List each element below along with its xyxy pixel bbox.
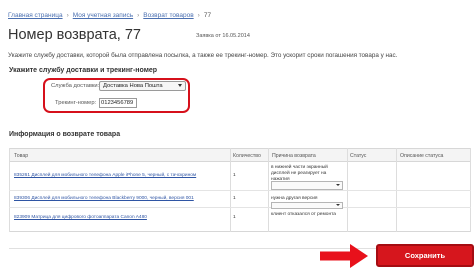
row-divider bbox=[9, 207, 471, 208]
instruction-text: Укажите службу доставки, которой была от… bbox=[8, 52, 398, 59]
request-date: Заявка от 16.05.2014 bbox=[196, 33, 250, 39]
product-link[interactable]: 839306 Дисплей для мобильного телефона B… bbox=[14, 196, 194, 201]
return-reason-select[interactable] bbox=[271, 202, 343, 209]
column-header-status-description: Описание статуса bbox=[400, 153, 444, 159]
red-right-arrow-icon bbox=[320, 244, 368, 268]
row-divider bbox=[9, 190, 471, 191]
product-link[interactable]: 835261 Дисплей для мобильного телефона A… bbox=[14, 173, 196, 178]
column-header-product: Товар bbox=[14, 153, 29, 159]
tracking-number-input[interactable]: 0123456789 bbox=[99, 98, 137, 108]
delivery-section-title: Укажите службу доставки и трекинг-номер bbox=[9, 67, 158, 74]
tracking-number-label: Трекинг-номер: bbox=[55, 100, 97, 106]
column-header-reason: Причина возврата bbox=[272, 153, 316, 159]
breadcrumb-separator: › bbox=[66, 12, 69, 19]
delivery-service-label: Служба доставки: bbox=[51, 83, 100, 89]
column-header-status: Статус bbox=[350, 153, 367, 159]
chevron-down-icon bbox=[336, 184, 340, 186]
returns-section-title: Информация о возврате товара bbox=[9, 131, 121, 138]
breadcrumb-home-link[interactable]: Главная страница bbox=[8, 12, 63, 19]
save-button[interactable]: Сохранить bbox=[376, 244, 474, 267]
quantity-value: 1 bbox=[233, 173, 236, 178]
breadcrumb-current: 77 bbox=[203, 12, 212, 19]
breadcrumb-returns-link[interactable]: Возврат товаров bbox=[143, 12, 193, 19]
breadcrumb: Главная страница › Моя учетная запись › Возв… bbox=[8, 10, 211, 22]
return-reason-text: нужна другая версия bbox=[271, 196, 318, 201]
return-reason-text: в нижней части экранный дисплей не реаги… bbox=[271, 165, 328, 182]
quantity-value: 1 bbox=[233, 196, 236, 201]
breadcrumb-separator: › bbox=[137, 12, 140, 19]
column-header-quantity: Количество bbox=[233, 153, 261, 159]
delivery-service-value: Доставка Нова Пошта bbox=[103, 83, 163, 89]
chevron-down-icon bbox=[336, 204, 340, 206]
return-reason-text: клиент отказался от ремонта bbox=[271, 212, 336, 217]
quantity-value: 1 bbox=[233, 215, 236, 220]
return-reason-select[interactable] bbox=[271, 181, 343, 190]
breadcrumb-separator: › bbox=[197, 12, 200, 19]
chevron-down-icon bbox=[178, 84, 182, 87]
page-title: Номер возврата, 77 bbox=[8, 27, 141, 43]
breadcrumb-account-link[interactable]: Моя учетная запись bbox=[73, 12, 133, 19]
delivery-service-select[interactable]: Доставка Нова Пошта bbox=[99, 81, 186, 91]
product-link[interactable]: 823909 Матрица для цифрового фотоаппарат… bbox=[14, 215, 147, 220]
